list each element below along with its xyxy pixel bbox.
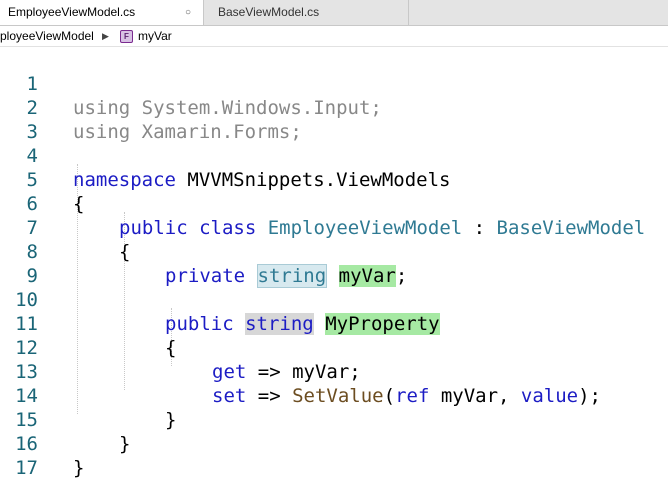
field-icon: F [120, 30, 133, 43]
code-line: 1 using System.Windows.Input; [0, 48, 668, 119]
code-line: 8 private string myVar; [0, 216, 668, 288]
code-line: 14 } [0, 360, 668, 431]
code-line: 7 { [0, 192, 668, 263]
tab-bar: EmployeeViewModel.cs ○ BaseViewModel.cs [0, 0, 668, 26]
code-line: 9 [0, 240, 668, 287]
code-text: } [73, 457, 85, 479]
tab-close-icon[interactable]: ○ [185, 0, 191, 25]
code-line: 4 namespace MVVMSnippets.ViewModels [0, 120, 668, 191]
code-line: 17 [0, 432, 668, 479]
breadcrumb: EmployeeViewModel ▶ F myVar [0, 26, 668, 47]
code-line: 12 get => myVar; [0, 312, 668, 383]
code-line: 6 public class EmployeeViewModel : BaseV… [0, 168, 668, 239]
code-line: 5 { [0, 144, 668, 215]
code-line: 15 } [0, 384, 668, 455]
code-line: 11 { [0, 288, 668, 359]
code-line: 2 using Xamarin.Forms; [0, 72, 668, 143]
line-number: 17 [15, 457, 38, 479]
code-line: 13 set => SetValue(ref myVar, value); [0, 336, 668, 407]
breadcrumb-file[interactable]: EmployeeViewModel [0, 26, 94, 46]
breadcrumb-member[interactable]: myVar [138, 26, 172, 46]
tab-label: BaseViewModel.cs [218, 5, 320, 19]
chevron-right-icon: ▶ [102, 31, 109, 41]
tab-label: EmployeeViewModel.cs [8, 5, 136, 19]
code-line: 3 [0, 96, 668, 143]
code-line: 16 } [0, 408, 668, 479]
tab-baseviewmodel[interactable]: BaseViewModel.cs [204, 0, 409, 25]
code-line: 10 public string MyProperty [0, 264, 668, 335]
tab-employeeviewmodel[interactable]: EmployeeViewModel.cs ○ [0, 0, 204, 25]
code-editor[interactable]: 1 using System.Windows.Input; 2 using Xa… [0, 46, 668, 479]
